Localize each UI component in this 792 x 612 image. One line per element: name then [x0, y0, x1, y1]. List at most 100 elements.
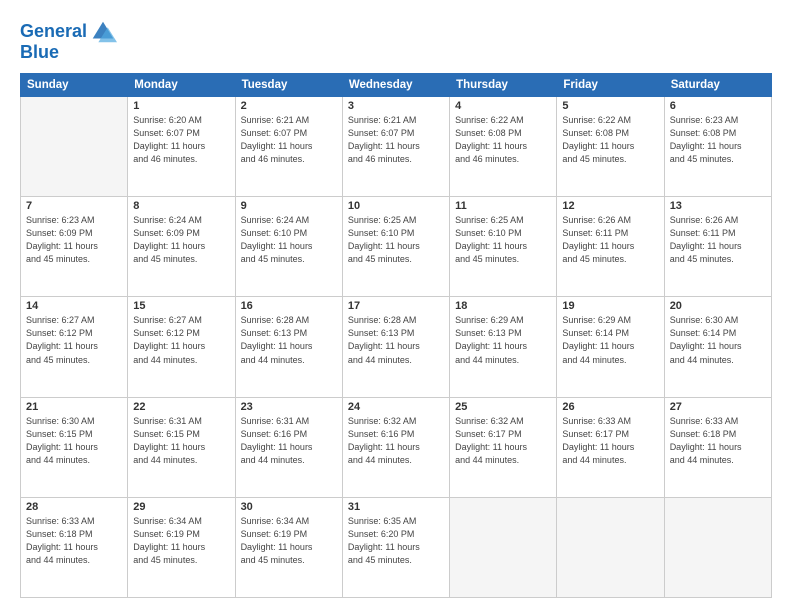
day-info: Sunrise: 6:30 AM Sunset: 6:15 PM Dayligh…	[26, 415, 122, 467]
calendar-cell: 3 Sunrise: 6:21 AM Sunset: 6:07 PM Daylig…	[342, 97, 449, 197]
day-number: 30	[241, 501, 337, 513]
calendar-cell: 24 Sunrise: 6:32 AM Sunset: 6:16 PM Dayli…	[342, 397, 449, 497]
day-info: Sunrise: 6:23 AM Sunset: 6:08 PM Dayligh…	[670, 114, 766, 166]
day-info: Sunrise: 6:29 AM Sunset: 6:14 PM Dayligh…	[562, 314, 658, 366]
day-info: Sunrise: 6:33 AM Sunset: 6:18 PM Dayligh…	[26, 515, 122, 567]
weekday-header-friday: Friday	[557, 74, 664, 97]
day-number: 27	[670, 401, 766, 413]
day-number: 4	[455, 100, 551, 112]
day-number: 17	[348, 300, 444, 312]
calendar-cell: 30 Sunrise: 6:34 AM Sunset: 6:19 PM Dayli…	[235, 497, 342, 597]
day-number: 26	[562, 401, 658, 413]
week-row-3: 14Sunrise: 6:27 AM Sunset: 6:12 PM Dayli…	[21, 297, 772, 397]
calendar-cell: 13 Sunrise: 6:26 AM Sunset: 6:11 PM Dayli…	[664, 197, 771, 297]
day-number: 24	[348, 401, 444, 413]
weekday-header-saturday: Saturday	[664, 74, 771, 97]
day-info: Sunrise: 6:32 AM Sunset: 6:17 PM Dayligh…	[455, 415, 551, 467]
day-info: Sunrise: 6:20 AM Sunset: 6:07 PM Dayligh…	[133, 114, 229, 166]
page: General Blue SundayMondayTuesdayWednesda…	[0, 0, 792, 612]
calendar-table: SundayMondayTuesdayWednesdayThursdayFrid…	[20, 73, 772, 598]
day-info: Sunrise: 6:30 AM Sunset: 6:14 PM Dayligh…	[670, 314, 766, 366]
day-number: 18	[455, 300, 551, 312]
day-number: 12	[562, 200, 658, 212]
day-number: 8	[133, 200, 229, 212]
day-number: 13	[670, 200, 766, 212]
weekday-header-monday: Monday	[128, 74, 235, 97]
calendar-cell: 23 Sunrise: 6:31 AM Sunset: 6:16 PM Dayli…	[235, 397, 342, 497]
calendar-cell: 19 Sunrise: 6:29 AM Sunset: 6:14 PM Dayli…	[557, 297, 664, 397]
day-info: Sunrise: 6:31 AM Sunset: 6:16 PM Dayligh…	[241, 415, 337, 467]
day-info: Sunrise: 6:25 AM Sunset: 6:10 PM Dayligh…	[455, 214, 551, 266]
day-info: Sunrise: 6:32 AM Sunset: 6:16 PM Dayligh…	[348, 415, 444, 467]
day-number: 11	[455, 200, 551, 212]
calendar-cell: 7Sunrise: 6:23 AM Sunset: 6:09 PM Daylig…	[21, 197, 128, 297]
day-number: 25	[455, 401, 551, 413]
day-info: Sunrise: 6:33 AM Sunset: 6:17 PM Dayligh…	[562, 415, 658, 467]
day-number: 2	[241, 100, 337, 112]
calendar-cell: 9Sunrise: 6:24 AM Sunset: 6:10 PM Daylig…	[235, 197, 342, 297]
day-number: 16	[241, 300, 337, 312]
weekday-header-sunday: Sunday	[21, 74, 128, 97]
logo-icon	[89, 18, 117, 46]
day-number: 9	[241, 200, 337, 212]
day-info: Sunrise: 6:24 AM Sunset: 6:09 PM Dayligh…	[133, 214, 229, 266]
calendar-cell: 11 Sunrise: 6:25 AM Sunset: 6:10 PM Dayli…	[450, 197, 557, 297]
day-number: 31	[348, 501, 444, 513]
day-number: 29	[133, 501, 229, 513]
day-info: Sunrise: 6:22 AM Sunset: 6:08 PM Dayligh…	[455, 114, 551, 166]
week-row-2: 7Sunrise: 6:23 AM Sunset: 6:09 PM Daylig…	[21, 197, 772, 297]
day-number: 19	[562, 300, 658, 312]
calendar-cell: 10Sunrise: 6:25 AM Sunset: 6:10 PM Dayli…	[342, 197, 449, 297]
day-info: Sunrise: 6:33 AM Sunset: 6:18 PM Dayligh…	[670, 415, 766, 467]
calendar-cell: 26 Sunrise: 6:33 AM Sunset: 6:17 PM Dayli…	[557, 397, 664, 497]
calendar-cell: 5Sunrise: 6:22 AM Sunset: 6:08 PM Daylig…	[557, 97, 664, 197]
calendar-cell	[557, 497, 664, 597]
day-number: 10	[348, 200, 444, 212]
week-row-1: 1 Sunrise: 6:20 AM Sunset: 6:07 PM Daylig…	[21, 97, 772, 197]
calendar-cell	[664, 497, 771, 597]
calendar-cell: 18 Sunrise: 6:29 AM Sunset: 6:13 PM Dayli…	[450, 297, 557, 397]
day-info: Sunrise: 6:22 AM Sunset: 6:08 PM Dayligh…	[562, 114, 658, 166]
day-info: Sunrise: 6:26 AM Sunset: 6:11 PM Dayligh…	[670, 214, 766, 266]
day-number: 23	[241, 401, 337, 413]
logo-text: General	[20, 22, 87, 42]
weekday-header-row: SundayMondayTuesdayWednesdayThursdayFrid…	[21, 74, 772, 97]
day-number: 21	[26, 401, 122, 413]
day-info: Sunrise: 6:29 AM Sunset: 6:13 PM Dayligh…	[455, 314, 551, 366]
day-info: Sunrise: 6:31 AM Sunset: 6:15 PM Dayligh…	[133, 415, 229, 467]
calendar-cell: 20 Sunrise: 6:30 AM Sunset: 6:14 PM Dayli…	[664, 297, 771, 397]
week-row-5: 28Sunrise: 6:33 AM Sunset: 6:18 PM Dayli…	[21, 497, 772, 597]
calendar-cell: 6 Sunrise: 6:23 AM Sunset: 6:08 PM Daylig…	[664, 97, 771, 197]
day-info: Sunrise: 6:28 AM Sunset: 6:13 PM Dayligh…	[348, 314, 444, 366]
calendar-cell: 25 Sunrise: 6:32 AM Sunset: 6:17 PM Dayli…	[450, 397, 557, 497]
calendar-cell: 22Sunrise: 6:31 AM Sunset: 6:15 PM Dayli…	[128, 397, 235, 497]
week-row-4: 21 Sunrise: 6:30 AM Sunset: 6:15 PM Dayli…	[21, 397, 772, 497]
day-number: 3	[348, 100, 444, 112]
weekday-header-thursday: Thursday	[450, 74, 557, 97]
calendar-cell: 2Sunrise: 6:21 AM Sunset: 6:07 PM Daylig…	[235, 97, 342, 197]
calendar-cell: 31Sunrise: 6:35 AM Sunset: 6:20 PM Dayli…	[342, 497, 449, 597]
day-number: 20	[670, 300, 766, 312]
calendar-cell: 27 Sunrise: 6:33 AM Sunset: 6:18 PM Dayli…	[664, 397, 771, 497]
day-info: Sunrise: 6:27 AM Sunset: 6:12 PM Dayligh…	[133, 314, 229, 366]
calendar-cell	[450, 497, 557, 597]
calendar-cell: 29Sunrise: 6:34 AM Sunset: 6:19 PM Dayli…	[128, 497, 235, 597]
calendar-cell: 12 Sunrise: 6:26 AM Sunset: 6:11 PM Dayli…	[557, 197, 664, 297]
day-number: 6	[670, 100, 766, 112]
day-info: Sunrise: 6:21 AM Sunset: 6:07 PM Dayligh…	[348, 114, 444, 166]
day-info: Sunrise: 6:26 AM Sunset: 6:11 PM Dayligh…	[562, 214, 658, 266]
weekday-header-wednesday: Wednesday	[342, 74, 449, 97]
logo: General Blue	[20, 18, 117, 63]
day-number: 1	[133, 100, 229, 112]
calendar-cell: 4 Sunrise: 6:22 AM Sunset: 6:08 PM Daylig…	[450, 97, 557, 197]
calendar-cell: 17 Sunrise: 6:28 AM Sunset: 6:13 PM Dayli…	[342, 297, 449, 397]
calendar-cell: 16Sunrise: 6:28 AM Sunset: 6:13 PM Dayli…	[235, 297, 342, 397]
calendar-cell: 15 Sunrise: 6:27 AM Sunset: 6:12 PM Dayli…	[128, 297, 235, 397]
day-info: Sunrise: 6:34 AM Sunset: 6:19 PM Dayligh…	[241, 515, 337, 567]
calendar-cell: 21 Sunrise: 6:30 AM Sunset: 6:15 PM Dayli…	[21, 397, 128, 497]
day-info: Sunrise: 6:23 AM Sunset: 6:09 PM Dayligh…	[26, 214, 122, 266]
calendar-cell: 1 Sunrise: 6:20 AM Sunset: 6:07 PM Daylig…	[128, 97, 235, 197]
day-number: 15	[133, 300, 229, 312]
calendar-cell: 14Sunrise: 6:27 AM Sunset: 6:12 PM Dayli…	[21, 297, 128, 397]
header: General Blue	[20, 18, 772, 63]
